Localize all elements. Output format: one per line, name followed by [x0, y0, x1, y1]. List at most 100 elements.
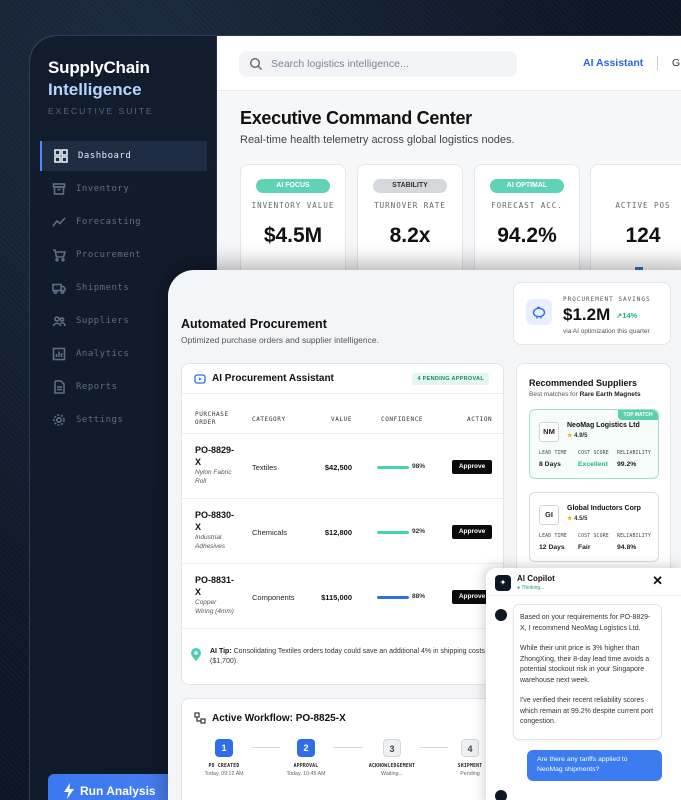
search-icon: [249, 57, 263, 71]
piggy-bank-icon: [526, 299, 552, 325]
col-action: ACTION: [467, 416, 493, 423]
trend-icon: [52, 215, 66, 229]
lead-time-value: 8 Days: [539, 461, 561, 468]
kpi-card-active-pos[interactable]: ACTIVE POS 124: [590, 164, 681, 284]
sidebar-item-dashboard[interactable]: Dashboard: [40, 141, 207, 171]
approve-button[interactable]: Approve: [452, 525, 492, 539]
cost-score-value: Excellent: [578, 461, 608, 468]
sidebar-item-forecasting[interactable]: Forecasting: [40, 207, 207, 237]
status-badge: AI OPTIMAL: [490, 179, 564, 193]
cost-score-label: COST SCORE: [578, 451, 609, 456]
star-icon: ★: [567, 433, 573, 439]
sidebar-item-label: Shipments: [76, 283, 130, 293]
run-analysis-label: Run Analysis: [80, 784, 156, 798]
ai-assistant-link[interactable]: AI Assistant: [583, 57, 643, 69]
ai-tip: AI Tip: Consolidating Textiles orders to…: [190, 647, 495, 667]
divider: [657, 56, 658, 70]
assistant-message: Based on your requirements for PO-8829-X…: [513, 604, 662, 740]
topbar-extra[interactable]: G: [672, 57, 680, 69]
supplier-card[interactable]: GI Global Inductors Corp ★ 4.5/5 LEAD TI…: [529, 492, 659, 562]
po-description: Industrial Adhesives: [195, 534, 225, 550]
status-badge: [606, 179, 680, 193]
confidence-value: 92%: [412, 528, 426, 535]
kpi-card-inventory[interactable]: AI FOCUS INVENTORY VALUE $4.5M: [240, 164, 346, 284]
workflow-icon: [194, 712, 206, 724]
reliability-label: RELIABILITY: [617, 451, 651, 456]
assistant-header: AI Procurement Assistant 4 PENDING APPRO…: [182, 364, 503, 394]
gear-icon: [52, 413, 66, 427]
step-status: Today, 10:45 AM: [286, 771, 326, 777]
confidence-bar: [377, 466, 409, 469]
cart-icon: [52, 248, 66, 262]
po-category: Textiles: [252, 463, 278, 472]
rating-value: 4.5/5: [574, 516, 588, 522]
reliability-value: 94.8%: [617, 544, 637, 551]
kpi-value: $4.5M: [263, 224, 323, 247]
supplier-rating: ★ 4.9/5: [567, 432, 587, 439]
step-label: APPROVAL: [293, 764, 319, 769]
sidebar-item-label: Dashboard: [78, 151, 132, 161]
cost-score-label: COST SCORE: [578, 534, 609, 539]
lead-time-label: LEAD TIME: [539, 451, 567, 456]
message-paragraph: Based on your requirements for PO-8829-X…: [520, 614, 651, 632]
kpi-card-forecast[interactable]: AI OPTIMAL FORECAST ACC. 94.2%: [474, 164, 580, 284]
sidebar-item-label: Settings: [76, 415, 124, 425]
supplier-card[interactable]: TOP MATCH NM NeoMag Logistics Ltd ★ 4.9/…: [529, 409, 659, 479]
step-label: PO CREATED: [208, 764, 240, 769]
workflow-step: 3 ACKNOWLEDGEMENT Waiting...: [362, 739, 422, 777]
savings-card: PROCUREMENT SAVINGS $1.2M ↗14% via AI op…: [513, 282, 671, 345]
table-row: PO-8829-X Nylon Fabric Roll Textiles $42…: [182, 434, 503, 499]
section-title: Automated Procurement: [181, 317, 327, 331]
brand-suite: EXECUTIVE SUITE: [48, 106, 154, 116]
po-value: $42,500: [324, 463, 352, 472]
location-pin-icon: [190, 648, 202, 662]
pending-badge: 4 PENDING APPROVAL: [412, 373, 489, 385]
step-number: 3: [383, 739, 401, 757]
supplier-rating: ★ 4.5/5: [567, 515, 587, 522]
confidence-value: 88%: [412, 593, 426, 600]
kpi-card-turnover[interactable]: STABILITY TURNOVER RATE 8.2x: [357, 164, 463, 284]
sidebar-item-inventory[interactable]: Inventory: [40, 174, 207, 204]
confidence-bar: [377, 531, 409, 534]
po-category: Components: [252, 593, 295, 602]
po-value: $115,000: [321, 593, 352, 602]
tip-label: AI Tip:: [210, 648, 232, 655]
box-icon: [52, 182, 66, 196]
close-icon[interactable]: ✕: [652, 573, 663, 589]
tip-text: Consolidating Textiles orders today coul…: [210, 648, 485, 665]
col-category: CATEGORY: [252, 416, 286, 423]
workflow-title: Active Workflow: PO-8825-X: [194, 712, 346, 724]
top-match-badge: TOP MATCH: [618, 410, 658, 420]
po-number: PO-8829-X: [195, 445, 235, 467]
rating-value: 4.9/5: [574, 433, 588, 439]
sidebar-item-label: Suppliers: [76, 316, 130, 326]
step-label: ACKNOWLEDGEMENT: [368, 764, 416, 769]
savings-note: via AI optimization this quarter: [563, 328, 650, 335]
step-number: 1: [215, 739, 233, 757]
col-value: VALUE: [331, 416, 353, 423]
user-message: Are there any tariffs applied to NeoMag …: [527, 750, 662, 781]
sidebar-item-label: Forecasting: [76, 217, 142, 227]
po-value: $12,800: [324, 528, 352, 537]
copilot-header: ✦ AI Copilot ● Thinking... ✕: [486, 568, 681, 596]
file-icon: [52, 380, 66, 394]
kpi-value: 8.2x: [389, 224, 431, 247]
col-po: PURCHASE ORDER: [195, 411, 229, 426]
search-input[interactable]: Search logistics intelligence...: [239, 51, 517, 77]
savings-label: PROCUREMENT SAVINGS: [563, 296, 651, 303]
step-number: 4: [461, 739, 479, 757]
workflow-title-text: Active Workflow: PO-8825-X: [212, 712, 346, 724]
suppliers-subtitle-item: Rare Earth Magnets: [579, 391, 641, 398]
lead-time-value: 12 Days: [539, 544, 565, 551]
kpi-label: FORECAST ACC.: [491, 201, 563, 210]
sidebar-item-procurement[interactable]: Procurement: [40, 240, 207, 270]
supplier-name: NeoMag Logistics Ltd: [567, 422, 640, 429]
copilot-logo-icon: ✦: [495, 575, 511, 591]
kpi-label: TURNOVER RATE: [374, 201, 446, 210]
approve-button[interactable]: Approve: [452, 460, 492, 474]
assistant-avatar: [495, 790, 507, 800]
table-header: PURCHASE ORDER CATEGORY VALUE CONFIDENCE…: [182, 406, 503, 434]
workflow-step: 2 APPROVAL Today, 10:45 AM: [276, 739, 336, 777]
suppliers-subtitle-prefix: Best matches for: [529, 391, 580, 398]
search-placeholder: Search logistics intelligence...: [271, 58, 409, 70]
